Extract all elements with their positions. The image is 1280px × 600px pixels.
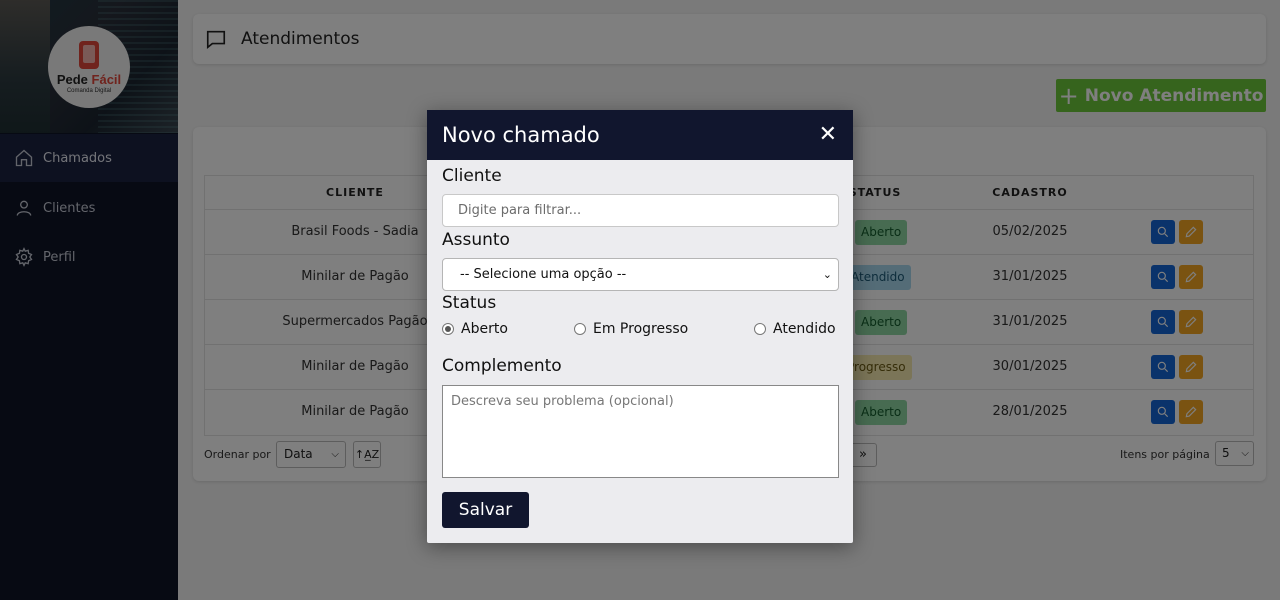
modal-header: Novo chamado ✕ <box>427 110 853 160</box>
radio-unchecked <box>574 323 586 335</box>
status-label: Status <box>442 293 497 313</box>
assunto-label: Assunto <box>442 230 510 250</box>
new-ticket-modal: Novo chamado ✕ Cliente Digite para filtr… <box>427 110 853 543</box>
radio-checked <box>442 323 454 335</box>
complemento-label: Complemento <box>442 356 562 376</box>
cliente-label: Cliente <box>442 166 502 186</box>
chevron-down-icon: ⌄ <box>822 268 832 281</box>
radio-unchecked <box>754 323 766 335</box>
modal-title: Novo chamado <box>442 123 600 147</box>
status-radio-em-progresso[interactable]: Em Progresso <box>574 321 688 337</box>
cliente-filter-input[interactable]: Digite para filtrar... <box>442 194 839 227</box>
close-icon[interactable]: ✕ <box>819 124 837 146</box>
status-radio-atendido[interactable]: Atendido <box>754 321 836 337</box>
complemento-textarea[interactable]: Descreva seu problema (opcional) <box>442 385 839 478</box>
save-button[interactable]: Salvar <box>442 492 529 528</box>
status-radio-aberto[interactable]: Aberto <box>442 321 508 337</box>
assunto-select[interactable]: -- Selecione uma opção -- ⌄ <box>442 258 839 291</box>
